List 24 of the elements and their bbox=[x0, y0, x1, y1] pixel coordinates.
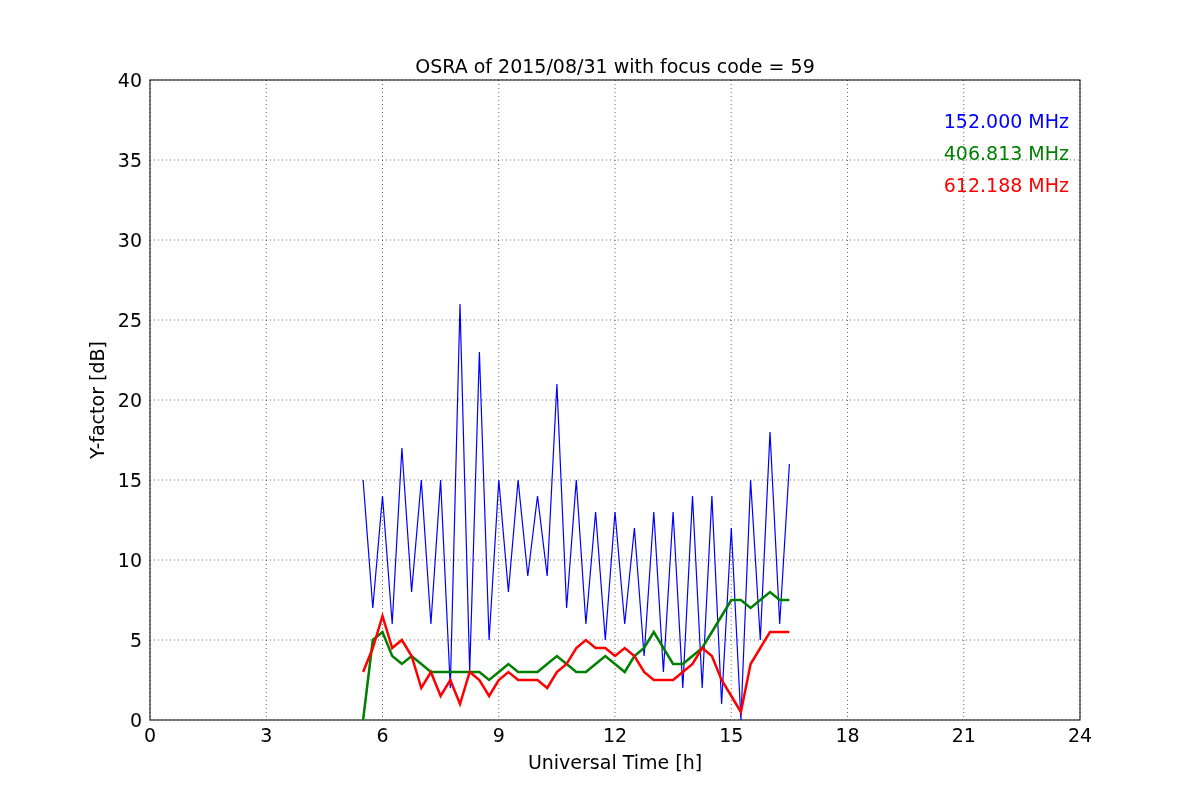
x-tick-label: 3 bbox=[260, 724, 273, 746]
legend-label: 152.000 MHz bbox=[943, 110, 1069, 132]
y-tick-label: 5 bbox=[129, 629, 142, 651]
chart-title: OSRA of 2015/08/31 with focus code = 59 bbox=[415, 55, 815, 77]
x-axis-title: Universal Time [h] bbox=[527, 751, 703, 773]
y-tick-label: 25 bbox=[117, 309, 142, 331]
x-tick-label: 15 bbox=[719, 724, 744, 746]
y-tick-label: 30 bbox=[117, 229, 142, 251]
x-tick-label: 21 bbox=[951, 724, 976, 746]
x-tick-label: 6 bbox=[376, 724, 389, 746]
x-tick-label: 24 bbox=[1067, 724, 1093, 746]
x-tick-label: 0 bbox=[143, 724, 157, 746]
y-tick-label: 0 bbox=[129, 709, 142, 731]
x-tick-label: 9 bbox=[492, 724, 505, 746]
x-tick-label: 18 bbox=[835, 724, 860, 746]
y-tick-label: 10 bbox=[117, 549, 142, 571]
y-tick-label: 15 bbox=[117, 469, 142, 491]
y-tick-label: 20 bbox=[117, 389, 142, 411]
y-tick-label: 35 bbox=[117, 149, 142, 171]
y-axis-title: Y-factor [dB] bbox=[86, 341, 108, 459]
legend-label: 612.188 MHz bbox=[943, 174, 1069, 196]
x-tick-label: 12 bbox=[602, 724, 628, 746]
y-tick-label: 40 bbox=[117, 69, 142, 91]
legend-label: 406.813 MHz bbox=[943, 142, 1069, 164]
